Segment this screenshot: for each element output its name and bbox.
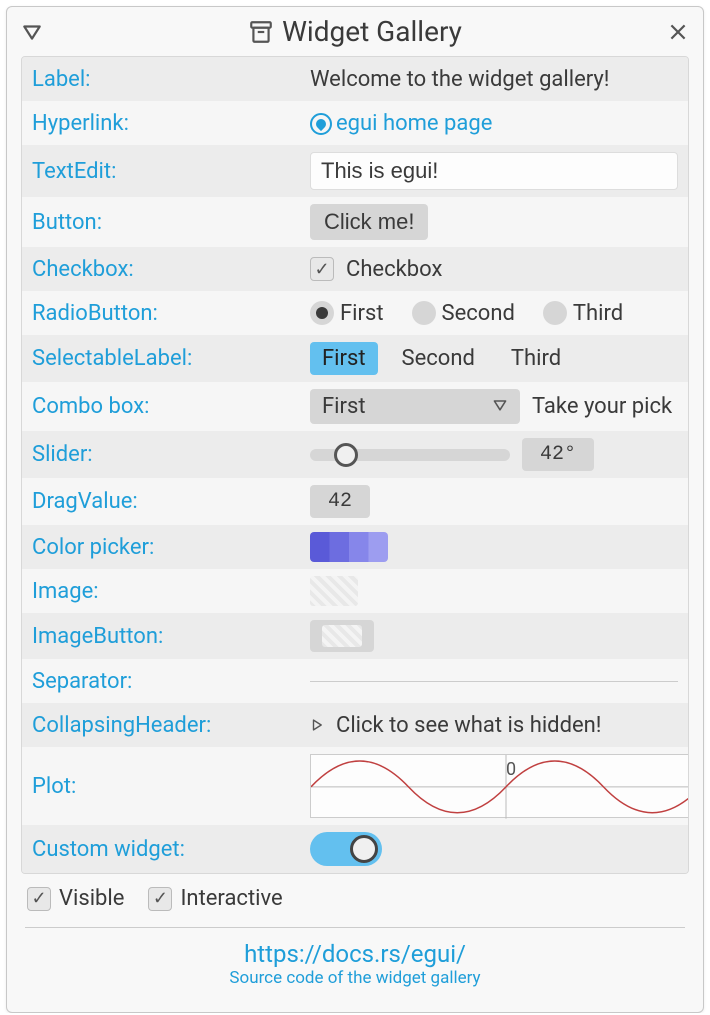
row-image: Image: xyxy=(22,569,688,613)
row-button: Button: Click me! xyxy=(22,197,688,247)
row-radio: RadioButton: First Second Third xyxy=(22,291,688,335)
row-dragvalue: DragValue: 42 xyxy=(22,478,688,525)
source-link[interactable]: Source code of the widget gallery xyxy=(229,968,480,988)
combo-name: Combo box: xyxy=(32,394,310,419)
row-selectable: SelectableLabel: First Second Third xyxy=(22,335,688,382)
slider-thumb[interactable] xyxy=(334,443,358,467)
radio-name: RadioButton: xyxy=(32,301,310,326)
visible-checkbox[interactable]: ✓ xyxy=(27,887,51,911)
footer-separator xyxy=(25,927,685,928)
chevron-down-icon xyxy=(492,394,508,419)
row-separator: Separator: xyxy=(22,659,688,703)
collapsing-header[interactable]: Click to see what is hidden! xyxy=(310,713,678,738)
slider-name: Slider: xyxy=(32,442,310,467)
row-hyperlink: Hyperlink: egui home page xyxy=(22,101,688,145)
checkbox-text: Checkbox xyxy=(346,257,442,282)
close-icon[interactable] xyxy=(667,21,689,43)
row-plot: Plot: 0 xyxy=(22,747,688,825)
drag-value[interactable]: 42 xyxy=(310,485,370,518)
collapse-window-icon[interactable] xyxy=(21,21,43,43)
image-name: Image: xyxy=(32,579,310,604)
interactive-label: Interactive xyxy=(180,886,282,911)
textedit-input[interactable] xyxy=(310,152,678,190)
visible-label: Visible xyxy=(59,886,124,911)
button-name: Button: xyxy=(32,210,310,235)
row-slider: Slider: 42° xyxy=(22,431,688,478)
row-colorpicker: Color picker: xyxy=(22,525,688,569)
textedit-name: TextEdit: xyxy=(32,159,310,184)
footer-links: https://docs.rs/egui/ Source code of the… xyxy=(21,932,689,998)
drag-name: DragValue: xyxy=(32,489,310,514)
docs-link[interactable]: https://docs.rs/egui/ xyxy=(244,940,466,968)
footer-options: ✓ Visible ✓ Interactive xyxy=(21,874,689,923)
plot-zero-label: 0 xyxy=(506,759,516,780)
combo-hint: Take your pick xyxy=(532,394,672,419)
selectable-first[interactable]: First xyxy=(310,342,378,375)
slider-value[interactable]: 42° xyxy=(522,438,594,471)
hyperlink-name: Hyperlink: xyxy=(32,111,310,136)
radio-first[interactable] xyxy=(310,301,334,325)
window-title: Widget Gallery xyxy=(282,15,462,48)
imagebtn-name: ImageButton: xyxy=(32,624,310,649)
widget-grid: Label: Welcome to the widget gallery! Hy… xyxy=(21,56,689,874)
clickme-button[interactable]: Click me! xyxy=(310,204,428,240)
hyperlink-link[interactable]: egui home page xyxy=(310,111,492,136)
row-collapsing: CollapsingHeader: Click to see what is h… xyxy=(22,703,688,747)
checkbox-box[interactable]: ✓ xyxy=(310,257,334,281)
separator-line xyxy=(310,681,678,682)
row-imagebutton: ImageButton: xyxy=(22,613,688,659)
row-combo: Combo box: First Take your pick xyxy=(22,382,688,431)
color-name: Color picker: xyxy=(32,535,310,560)
radio-third[interactable] xyxy=(543,301,567,325)
selectable-name: SelectableLabel: xyxy=(32,346,310,371)
selectable-second[interactable]: Second xyxy=(390,342,487,375)
titlebar: Widget Gallery xyxy=(7,7,703,56)
row-custom: Custom widget: xyxy=(22,825,688,873)
custom-name: Custom widget: xyxy=(32,837,310,862)
selectable-third[interactable]: Third xyxy=(499,342,573,375)
triangle-right-icon xyxy=(310,713,324,738)
collapse-name: CollapsingHeader: xyxy=(32,713,310,738)
label-name: Label: xyxy=(32,67,310,92)
image-button[interactable] xyxy=(310,620,374,652)
separator-name: Separator: xyxy=(32,669,310,694)
radio-second[interactable] xyxy=(412,301,436,325)
archive-icon xyxy=(248,19,274,45)
row-checkbox: Checkbox: ✓ Checkbox xyxy=(22,247,688,291)
row-textedit: TextEdit: xyxy=(22,145,688,197)
label-value: Welcome to the widget gallery! xyxy=(310,67,678,92)
interactive-checkbox[interactable]: ✓ xyxy=(148,887,172,911)
github-icon xyxy=(310,113,332,135)
custom-toggle[interactable] xyxy=(310,832,382,866)
checkbox-name: Checkbox: xyxy=(32,257,310,282)
toggle-knob xyxy=(350,835,378,863)
slider-track[interactable] xyxy=(310,449,510,461)
plot-area[interactable]: 0 xyxy=(310,754,689,818)
color-swatch[interactable] xyxy=(310,532,388,562)
image-placeholder xyxy=(310,576,358,606)
plot-name: Plot: xyxy=(32,774,310,799)
combo-box[interactable]: First xyxy=(310,389,520,424)
widget-gallery-window: Widget Gallery Label: Welcome to the wid… xyxy=(6,6,704,1013)
row-label: Label: Welcome to the widget gallery! xyxy=(22,57,688,101)
